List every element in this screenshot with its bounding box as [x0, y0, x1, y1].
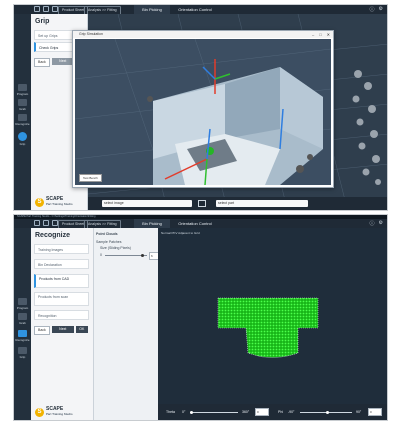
patch-size-slider[interactable]: [105, 254, 147, 257]
logo-tagline: Part Training Studio: [46, 202, 73, 206]
phi-input[interactable]: 0: [368, 408, 382, 416]
scape-logo: S SCAPE Part Training Studio: [35, 197, 73, 207]
sidebar-item-label: Program: [16, 306, 29, 310]
sidebar-item-label: Grip: [19, 142, 26, 146]
sidebar-item-program[interactable]: Program: [14, 84, 31, 96]
phi-max: 90°: [356, 410, 362, 414]
sidebar-item-grip[interactable]: Grip: [14, 347, 31, 359]
open-folder-icon[interactable]: [43, 6, 49, 12]
logo-tagline: Part Training Studio: [46, 412, 73, 416]
sidebar-item-label: Grab: [19, 321, 26, 325]
select-part-label: select part: [218, 201, 235, 205]
help-icon[interactable]: ⓘ: [370, 220, 375, 227]
phi-slider[interactable]: [300, 411, 352, 414]
camera-icon[interactable]: [198, 200, 206, 207]
program-icon: [18, 298, 27, 305]
theta-input[interactable]: 0: [255, 408, 269, 416]
sidebar-item-label: Recognize: [15, 338, 30, 342]
settings-icon[interactable]: ⚙: [379, 6, 383, 13]
maximize-icon[interactable]: □: [319, 31, 321, 38]
theta-max: 360°: [242, 410, 250, 414]
image-part-selector-bar: select image select part: [88, 197, 387, 210]
step-products-from-cad[interactable]: Products from CAD: [34, 274, 89, 288]
panel-title: Grip: [35, 18, 50, 25]
settings-icon[interactable]: ⚙: [379, 220, 383, 227]
point-cloud-settings: Point Clouds Sample Patches Size (Slidin…: [94, 228, 159, 420]
simulation-viewport[interactable]: Test Bench: [75, 39, 331, 185]
new-file-icon[interactable]: [34, 6, 40, 12]
sidebar-item-label: Grip: [19, 355, 26, 359]
grab-icon: [18, 313, 27, 320]
sidebar: Program Grab Recognize Grip: [14, 228, 31, 420]
slider-label: Size (Sliding Pixels): [100, 246, 131, 250]
grab-icon: [18, 99, 27, 106]
phi-knob[interactable]: [326, 411, 329, 414]
step-training-images[interactable]: Training Images: [34, 244, 89, 254]
point-cloud: [217, 297, 319, 358]
theta-knob[interactable]: [190, 411, 193, 414]
app-toolbar: Product Sheet Analysis >> Fitting Bin Pi…: [14, 219, 387, 229]
help-icon[interactable]: ⓘ: [370, 6, 375, 13]
sidebar-item-label: Program: [16, 92, 29, 96]
point-cloud-viewport[interactable]: Normal PKV Adjacent to Grid: [158, 228, 387, 420]
sidebar-item-grip[interactable]: Grip: [14, 132, 31, 146]
back-button[interactable]: Back: [34, 326, 50, 335]
slider-knob[interactable]: [141, 254, 144, 257]
orientation-bar: Theta 0° 360° 0 Phi -90° 90° 0: [158, 404, 387, 420]
app-toolbar: Product Sheet Analysis >> Fitting Bin Pi…: [14, 5, 387, 15]
tab-orientation-control[interactable]: Orientation Control: [172, 5, 218, 14]
panel-title: Recognize: [35, 232, 71, 239]
step-bin-declaration[interactable]: Bin Declaration: [34, 259, 89, 269]
scape-logo-mark: S: [35, 407, 44, 417]
step-recognition[interactable]: Recognition: [34, 310, 89, 320]
sidebar-item-program[interactable]: Program: [14, 298, 31, 310]
scape-logo: S SCAPE Part Training Studio: [35, 407, 73, 417]
grip-icon: [18, 347, 27, 354]
select-part-field[interactable]: select part: [216, 200, 308, 207]
test-bench-button[interactable]: Test Bench: [79, 174, 102, 182]
scape-logo-mark: S: [35, 197, 44, 207]
minimize-icon[interactable]: –: [312, 31, 314, 38]
open-folder-icon[interactable]: [43, 220, 49, 226]
grip-icon: [18, 132, 27, 141]
sidebar: Program Grab Recognize Grip: [14, 14, 31, 210]
recognize-icon: [18, 330, 27, 337]
slider-min: 0: [100, 253, 102, 257]
program-icon: [18, 84, 27, 91]
theta-label: Theta: [166, 410, 175, 414]
settings-subheading: Sample Patches: [96, 240, 122, 244]
recognize-icon: [18, 114, 27, 121]
settings-heading: Point Clouds: [96, 232, 118, 236]
sidebar-item-grab[interactable]: Grab: [14, 313, 31, 325]
sidebar-item-label: Grab: [19, 107, 26, 111]
next-button[interactable]: Next: [51, 58, 74, 65]
select-image-label: select image: [104, 201, 124, 205]
sidebar-item-grab[interactable]: Grab: [14, 99, 31, 111]
viewport-label: Normal PKV Adjacent to Grid: [161, 231, 200, 235]
phi-min: -90°: [288, 410, 295, 414]
close-icon[interactable]: ✕: [327, 31, 330, 38]
screenshot-recognize: SCAPE Part Training Studio - C:\Settings…: [13, 214, 388, 421]
bin-scene: [75, 39, 331, 185]
phi-label: Phi: [278, 410, 284, 414]
back-button[interactable]: Back: [34, 58, 50, 67]
dialog-title: Grip Simulation: [73, 31, 333, 38]
ok-button[interactable]: OK: [75, 326, 88, 333]
sidebar-item-recognize[interactable]: Recognize: [14, 114, 31, 126]
screenshot-grip: Product Sheet Analysis >> Fitting Bin Pi…: [13, 4, 388, 211]
step-products-from-scan[interactable]: Products from scan: [34, 292, 89, 306]
new-file-icon[interactable]: [34, 220, 40, 226]
tab-orientation-control[interactable]: Orientation Control: [172, 219, 218, 228]
theta-min: 0°: [182, 410, 186, 414]
sidebar-item-recognize[interactable]: Recognize: [14, 330, 31, 342]
grip-simulation-dialog: Grip Simulation – □ ✕ Test Bench: [72, 30, 334, 188]
theta-slider[interactable]: [190, 411, 238, 414]
sidebar-item-label: Recognize: [15, 122, 30, 126]
select-image-field[interactable]: select image: [102, 200, 192, 207]
next-button[interactable]: Next: [51, 326, 74, 333]
step-panel: Recognize Training Images Bin Declaratio…: [31, 228, 94, 420]
